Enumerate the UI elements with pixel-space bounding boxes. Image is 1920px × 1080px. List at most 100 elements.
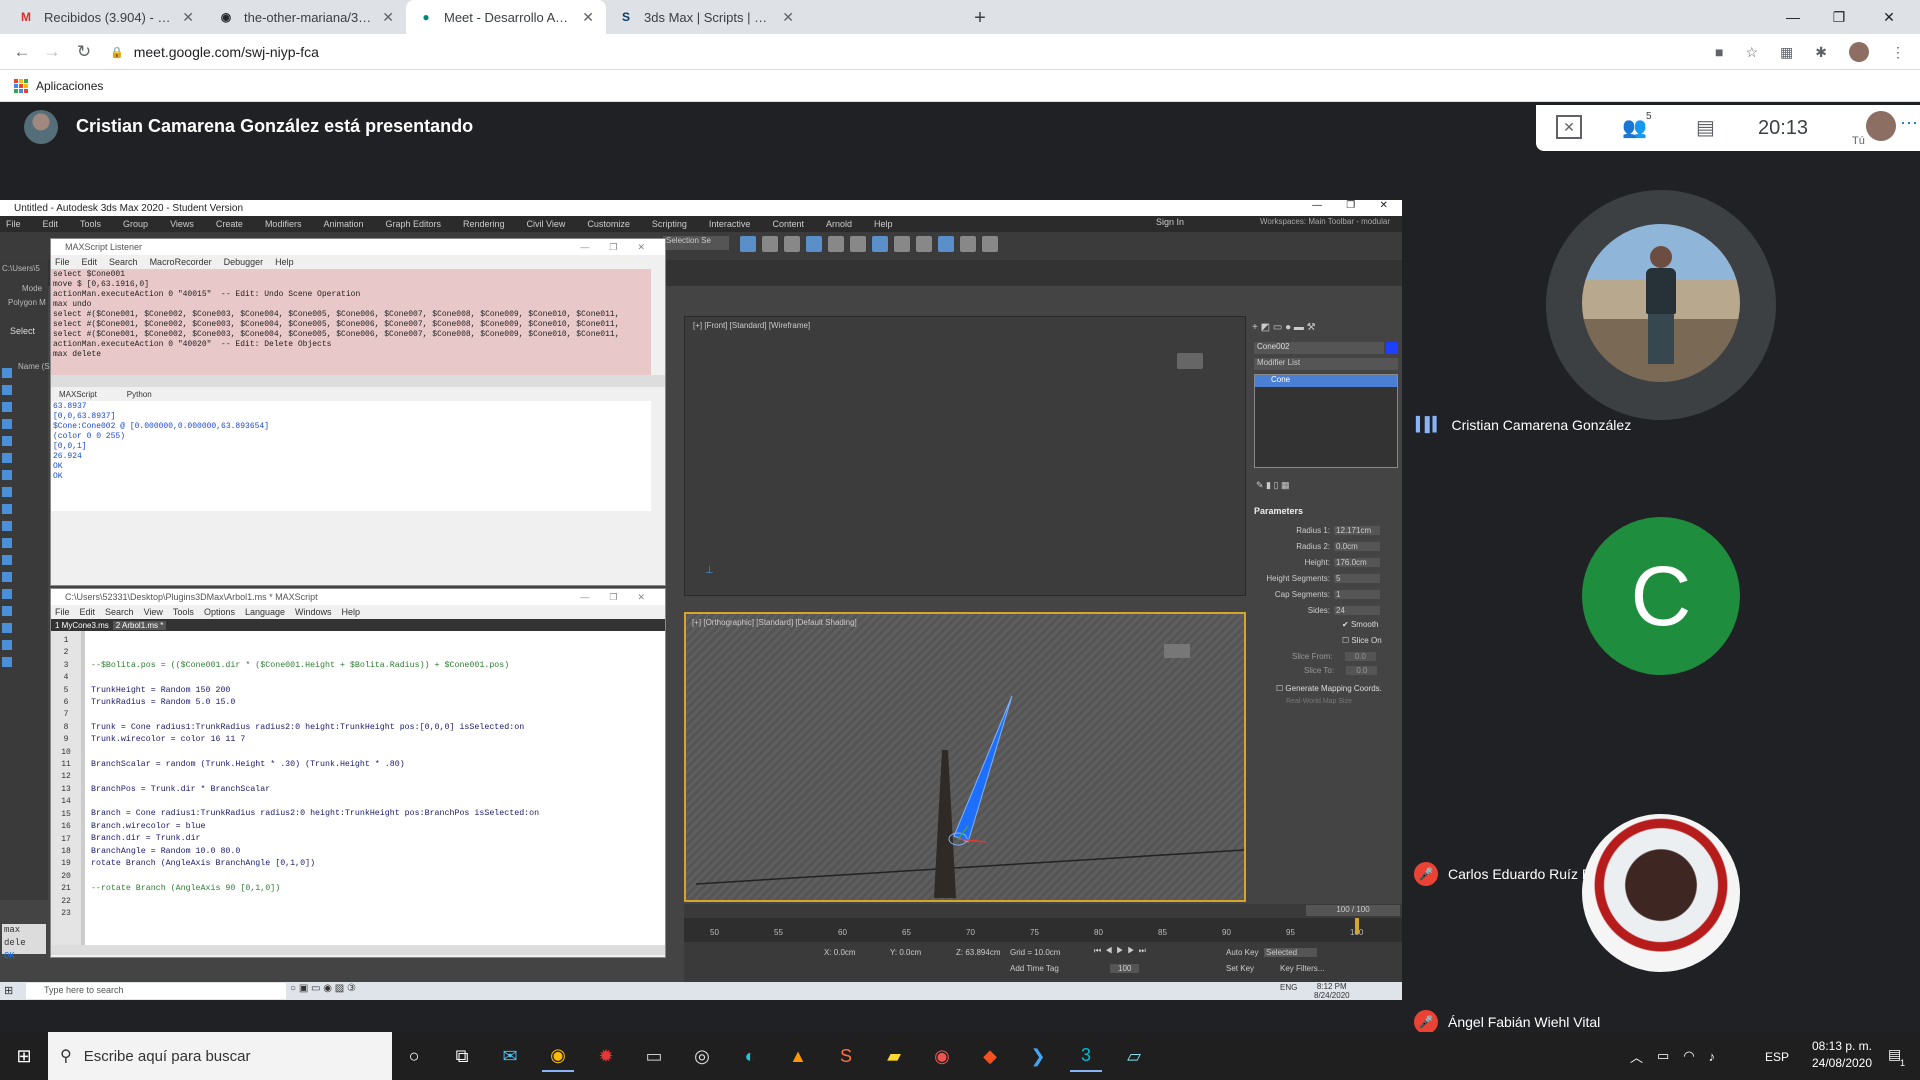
main-toolbar-icon[interactable] xyxy=(938,236,954,252)
browser-tab[interactable]: M Recibidos (3.904) - 0197495@up ✕ xyxy=(6,0,206,34)
slice-on-checkbox[interactable]: ☐ Slice On xyxy=(1342,636,1382,645)
max-menu-item[interactable]: Interactive xyxy=(709,219,751,229)
listener-menu-item[interactable]: MacroRecorder xyxy=(150,257,212,267)
media-player-icon[interactable]: ◎ xyxy=(686,1040,718,1072)
param-value[interactable]: 176.0cm xyxy=(1334,557,1380,567)
extensions-grid-icon[interactable]: ▦ xyxy=(1780,44,1793,61)
taskbar-search-box[interactable]: ⚲ Escribe aquí para buscar xyxy=(48,1032,392,1080)
set-key-button[interactable]: Set Key xyxy=(1226,964,1254,973)
chrome-menu-icon[interactable]: ⋮ xyxy=(1891,44,1905,61)
reload-icon[interactable]: ↻ xyxy=(72,40,96,64)
tab-close-icon[interactable]: ✕ xyxy=(582,9,594,26)
camera-blocked-icon[interactable]: ■ xyxy=(1715,44,1723,60)
bookmark-star-icon[interactable]: ☆ xyxy=(1745,44,1758,61)
param-row[interactable]: Height: 176.0cm xyxy=(1254,554,1394,570)
puzzle-extension-icon[interactable]: ✱ xyxy=(1815,44,1827,61)
bookmark-apps-link[interactable]: Aplicaciones xyxy=(36,79,103,93)
editor-menu-item[interactable]: File xyxy=(55,607,70,617)
max-menu-item[interactable]: Modifiers xyxy=(265,219,302,229)
listener-menu-item[interactable]: Debugger xyxy=(224,257,264,267)
close-window-button[interactable]: ✕ xyxy=(1866,0,1912,34)
tab-close-icon[interactable]: ✕ xyxy=(182,9,194,26)
more-options-icon[interactable]: ⋯ xyxy=(1900,113,1918,134)
param-row[interactable]: Sides: 24 xyxy=(1254,602,1394,618)
editor-menu-item[interactable]: View xyxy=(144,607,163,617)
param-value[interactable]: 1 xyxy=(1334,589,1380,599)
real-world-checkbox[interactable]: Real-World Map Size xyxy=(1286,698,1352,705)
key-filters-button[interactable]: Key Filters... xyxy=(1280,964,1324,973)
max-menu-item[interactable]: Group xyxy=(123,219,148,229)
max-menu-item[interactable]: Rendering xyxy=(463,219,505,229)
explorer-drive-icon[interactable]: ▭ xyxy=(638,1040,670,1072)
add-time-tag[interactable]: Add Time Tag xyxy=(1010,964,1059,973)
edge-icon[interactable]: ◐ xyxy=(734,1040,766,1072)
max-minimize-button[interactable]: — xyxy=(1312,200,1322,216)
param-value[interactable]: 24 xyxy=(1334,605,1380,615)
self-avatar[interactable] xyxy=(1866,111,1896,141)
sublime-icon[interactable]: S xyxy=(830,1040,862,1072)
listener-output-pane[interactable]: 63.8937 [0,0,63.8937] $Cone:Cone002 @ [0.0… xyxy=(51,401,651,511)
max-menu-item[interactable]: Help xyxy=(874,219,893,229)
taskbar-clock[interactable]: 08:13 p. m. 24/08/2020 xyxy=(1800,1038,1884,1072)
max-menu-item[interactable]: Create xyxy=(216,219,243,229)
param-value[interactable]: 5 xyxy=(1334,573,1380,583)
minimize-button[interactable]: — xyxy=(1770,0,1816,34)
editor-menu-item[interactable]: Search xyxy=(105,607,134,617)
playback-controls[interactable]: ⏮◀▶▶⏭ xyxy=(1094,946,1150,956)
max-menu-item[interactable]: Tools xyxy=(80,219,101,229)
modifier-stack[interactable]: Cone xyxy=(1254,374,1398,468)
language-indicator[interactable]: ESP xyxy=(1765,1050,1789,1064)
main-toolbar-icon[interactable] xyxy=(872,236,888,252)
max-menu-item[interactable]: Arnold xyxy=(826,219,852,229)
notepad-icon[interactable]: ▱ xyxy=(1118,1040,1150,1072)
main-toolbar-icon[interactable] xyxy=(784,236,800,252)
sign-in-button[interactable]: Sign In xyxy=(1156,217,1184,227)
main-toolbar-icon[interactable] xyxy=(916,236,932,252)
macro-recorder-pane[interactable]: select $Cone001 move $ [0,63.1916,0] actio… xyxy=(51,269,651,375)
git-icon[interactable]: ◆ xyxy=(974,1040,1006,1072)
max-menu-item[interactable]: Content xyxy=(772,219,804,229)
inner-start-icon[interactable]: ⊞ xyxy=(4,984,13,997)
restore-button[interactable]: ❐ xyxy=(1816,0,1862,34)
cortana-icon[interactable]: ○ xyxy=(398,1040,430,1072)
stack-tools[interactable]: ✎ ▮ ▯ ▦ xyxy=(1256,480,1336,492)
max-menu-item[interactable]: Customize xyxy=(587,219,630,229)
inner-taskbar-apps[interactable]: ○ ▣ ▭ ◉ ▨ ③ xyxy=(290,983,510,999)
main-toolbar-icon[interactable] xyxy=(806,236,822,252)
mini-listener[interactable]: max dele OK xyxy=(2,924,46,961)
param-row[interactable]: Cap Segments: 1 xyxy=(1254,586,1394,602)
selection-set-dropdown[interactable]: Selection Se xyxy=(663,236,729,250)
auto-key-button[interactable]: Auto Key xyxy=(1226,948,1258,957)
vlc-icon[interactable]: ▲ xyxy=(782,1040,814,1072)
max-menu-item[interactable]: Animation xyxy=(323,219,363,229)
editor-menu-item[interactable]: Tools xyxy=(173,607,194,617)
x-coord-field[interactable]: X: 0.0cm xyxy=(824,948,856,957)
chrome-alt-icon[interactable]: ◉ xyxy=(926,1040,958,1072)
left-tool-icons[interactable] xyxy=(2,368,12,668)
app-gear-icon[interactable]: ✹ xyxy=(590,1040,622,1072)
command-panel-tabs[interactable]: + ◩ ▭ ● ▬ ⚒ xyxy=(1252,322,1396,336)
chrome-taskbar-icon[interactable]: ◉ xyxy=(542,1040,574,1072)
key-mode-dropdown[interactable]: Selected xyxy=(1264,948,1318,957)
main-toolbar-icon[interactable] xyxy=(828,236,844,252)
main-toolbar-icon[interactable] xyxy=(960,236,976,252)
modifier-list-dropdown[interactable]: Modifier List xyxy=(1254,358,1398,370)
3dsmax-taskbar-icon[interactable]: 3 xyxy=(1070,1040,1102,1072)
time-cursor[interactable] xyxy=(1355,918,1359,934)
address-bar[interactable]: 🔒 meet.google.com/swj-niyp-fca xyxy=(110,39,1790,65)
people-icon[interactable]: 👥 xyxy=(1622,115,1647,140)
timeline-track[interactable]: 50556065707580859095100 xyxy=(684,918,1402,942)
viewcube-icon[interactable] xyxy=(1177,353,1203,369)
editor-window-buttons[interactable]: —❐✕ xyxy=(580,592,665,603)
listener-menu-item[interactable]: Edit xyxy=(82,257,98,267)
main-toolbar-icon[interactable] xyxy=(982,236,998,252)
param-row[interactable]: Radius 1: 12.171cm xyxy=(1254,522,1394,538)
browser-tab[interactable]: ● Meet - Desarrollo Avanzado ✕ xyxy=(406,0,606,34)
max-menu-item[interactable]: Views xyxy=(170,219,194,229)
tab-python[interactable]: Python xyxy=(127,390,152,399)
max-close-button[interactable]: ✕ xyxy=(1379,200,1387,216)
object-color-swatch[interactable] xyxy=(1386,342,1398,354)
stack-item-cone[interactable]: Cone xyxy=(1255,375,1397,387)
editor-tab-mycone3[interactable]: 1 MyCone3.ms xyxy=(55,621,109,630)
param-value[interactable]: 12.171cm xyxy=(1334,525,1380,535)
